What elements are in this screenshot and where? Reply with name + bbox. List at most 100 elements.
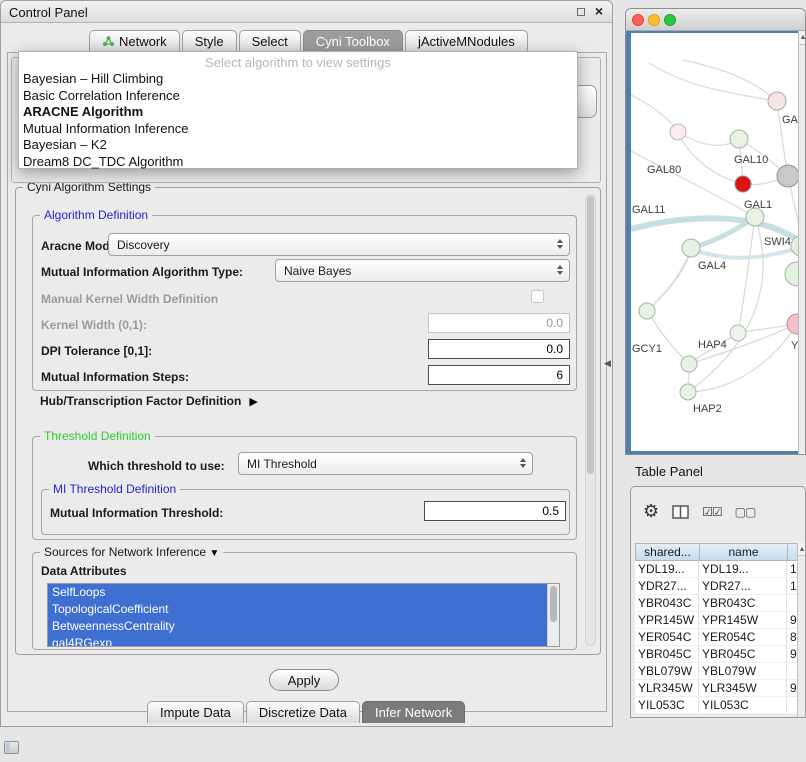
network-node[interactable] <box>670 124 686 140</box>
zoom-traffic-light-icon[interactable] <box>664 14 676 26</box>
table-header-cell[interactable]: shared... <box>636 544 700 560</box>
table-row[interactable]: YIL053CYIL053C <box>635 697 806 714</box>
table-row[interactable]: YBR043CYBR043C <box>635 595 806 612</box>
tab-cyni-toolbox[interactable]: Cyni Toolbox <box>303 30 403 52</box>
tab-impute-data[interactable]: Impute Data <box>147 701 244 723</box>
window-title: Control Panel <box>9 5 88 20</box>
threshold-definition-group: Threshold Definition Which threshold to … <box>32 436 577 540</box>
node-table: shared...name YDL19...YDL19...13YDR27...… <box>635 543 806 718</box>
table-scrollbar[interactable]: ▲ <box>797 543 806 718</box>
algorithm-definition-group: Algorithm Definition Aracne Mode: Discov… <box>32 215 577 391</box>
network-node[interactable] <box>681 356 697 372</box>
table-row[interactable]: YDR27...YDR27...12 <box>635 578 806 595</box>
attribute-item-selected[interactable]: TopologicalCoefficient <box>48 601 547 618</box>
node-label: GAL10 <box>734 154 768 166</box>
minimize-traffic-light-icon[interactable] <box>648 14 660 26</box>
mi-threshold-label: Mutual Information Threshold: <box>50 506 223 520</box>
scroll-up-icon[interactable]: ▲ <box>799 31 806 45</box>
which-threshold-select[interactable]: MI Threshold <box>238 452 533 475</box>
tab-discretize-data[interactable]: Discretize Data <box>246 701 360 723</box>
network-edge[interactable] <box>683 60 777 101</box>
dpi-tolerance-input[interactable] <box>428 339 570 359</box>
table-cell: YER054C <box>635 629 699 645</box>
table-toolbar: ⚙ ☑☑ ▢▢ <box>643 501 755 522</box>
attribute-item-selected[interactable]: gal4RGexp <box>48 635 547 647</box>
manual-kernel-checkbox[interactable] <box>531 290 544 303</box>
node-label: GAL4 <box>698 260 726 272</box>
scrollbar-thumb[interactable] <box>550 586 557 622</box>
minimized-panel-icon[interactable] <box>4 741 19 754</box>
algorithm-dropdown-popup: Select algorithm to view settings Bayesi… <box>18 51 578 169</box>
mi-steps-input[interactable] <box>428 365 570 385</box>
network-node[interactable] <box>735 176 751 192</box>
manual-kernel-label: Manual Kernel Width Definition <box>41 292 218 306</box>
panel-collapse-icon[interactable]: ◀ <box>604 358 611 369</box>
apply-button[interactable]: Apply <box>269 669 339 691</box>
scrollbar-thumb[interactable] <box>587 196 594 474</box>
table-row[interactable]: YLR345WYLR345W9. <box>635 680 806 697</box>
table-row[interactable]: YBL079WYBL079W <box>635 663 806 680</box>
control-panel-titlebar[interactable]: Control Panel ◻ × <box>1 1 612 23</box>
network-node[interactable] <box>787 314 798 334</box>
network-edge[interactable] <box>631 95 678 132</box>
tab-infer-network[interactable]: Infer Network <box>362 701 465 723</box>
network-edge[interactable] <box>691 247 798 258</box>
network-edge[interactable] <box>649 63 777 101</box>
network-node[interactable] <box>768 92 786 110</box>
algorithm-option[interactable]: Basic Correlation Inference <box>19 88 577 105</box>
list-scrollbar[interactable] <box>547 584 559 646</box>
table-row[interactable]: YDL19...YDL19...13 <box>635 561 806 578</box>
network-node[interactable] <box>777 165 798 187</box>
close-traffic-light-icon[interactable] <box>632 14 644 26</box>
network-node[interactable] <box>639 303 655 319</box>
network-edge[interactable] <box>647 249 691 311</box>
section-title: Algorithm Definition <box>40 208 152 222</box>
table-cell: YBL079W <box>699 663 787 679</box>
scroll-up-icon[interactable]: ▲ <box>798 543 806 556</box>
aracne-mode-select[interactable]: Discovery <box>108 233 570 256</box>
mi-type-select[interactable]: Naive Bayes <box>275 259 570 282</box>
algorithm-option[interactable]: Bayesian – Hill Climbing <box>19 71 577 88</box>
mi-threshold-input[interactable] <box>424 501 566 521</box>
algorithm-option[interactable]: Mutual Information Inference <box>19 121 577 138</box>
network-node[interactable] <box>730 325 746 341</box>
tab-network[interactable]: Network <box>89 30 180 52</box>
tab-jactivemnodules[interactable]: jActiveMNodules <box>405 30 528 52</box>
tab-select[interactable]: Select <box>239 30 301 52</box>
mi-type-label: Mutual Information Algorithm Type: <box>41 265 243 279</box>
column-view-icon[interactable] <box>672 505 689 519</box>
settings-scrollbar[interactable] <box>585 194 596 646</box>
tab-label: Discretize Data <box>259 705 347 720</box>
data-attributes-list[interactable]: SelfLoops TopologicalCoefficient Between… <box>47 583 560 647</box>
attribute-item-selected[interactable]: BetweennessCentrality <box>48 618 547 635</box>
network-canvas[interactable]: GAL80GAL10GAL11GAL1SWI4GAL4GCY1HAP4HAP2G… <box>631 33 798 451</box>
section-title: MI Threshold Definition <box>49 482 180 496</box>
algorithm-option-selected[interactable]: ARACNE Algorithm <box>19 104 577 121</box>
table-row[interactable]: YPR145WYPR145W9. <box>635 612 806 629</box>
table-header-cell[interactable]: name <box>700 544 788 560</box>
algorithm-option[interactable]: Dream8 DC_TDC Algorithm <box>19 154 577 171</box>
network-node[interactable] <box>730 130 748 148</box>
deselect-all-columns-icon[interactable]: ▢▢ <box>735 505 756 519</box>
sources-title[interactable]: Sources for Network Inference ▼ <box>40 545 223 559</box>
network-node[interactable] <box>785 262 798 286</box>
network-scrollbar[interactable]: ▲ <box>798 31 806 455</box>
network-edge[interactable] <box>647 249 691 311</box>
attribute-item-selected[interactable]: SelfLoops <box>48 584 547 601</box>
network-edge[interactable] <box>647 311 689 364</box>
network-node[interactable] <box>680 384 696 400</box>
algorithm-option[interactable]: Bayesian – K2 <box>19 137 577 154</box>
hub-definition-toggle[interactable]: Hub/Transcription Factor Definition ▶ <box>40 394 258 408</box>
float-window-icon[interactable]: ◻ <box>576 4 586 18</box>
tab-label: Select <box>252 34 288 49</box>
gear-icon[interactable]: ⚙ <box>643 501 659 522</box>
close-window-icon[interactable]: × <box>595 3 603 19</box>
table-rows: YDL19...YDL19...13YDR27...YDR27...12YBR0… <box>635 561 806 714</box>
table-row[interactable]: YER054CYER054C8. <box>635 629 806 646</box>
network-window-titlebar[interactable] <box>626 9 805 31</box>
node-label: GAL1 <box>744 199 772 211</box>
tab-style[interactable]: Style <box>182 30 237 52</box>
network-node[interactable] <box>682 239 700 257</box>
table-row[interactable]: YBR045CYBR045C9. <box>635 646 806 663</box>
select-all-columns-icon[interactable]: ☑☑ <box>702 505 722 519</box>
